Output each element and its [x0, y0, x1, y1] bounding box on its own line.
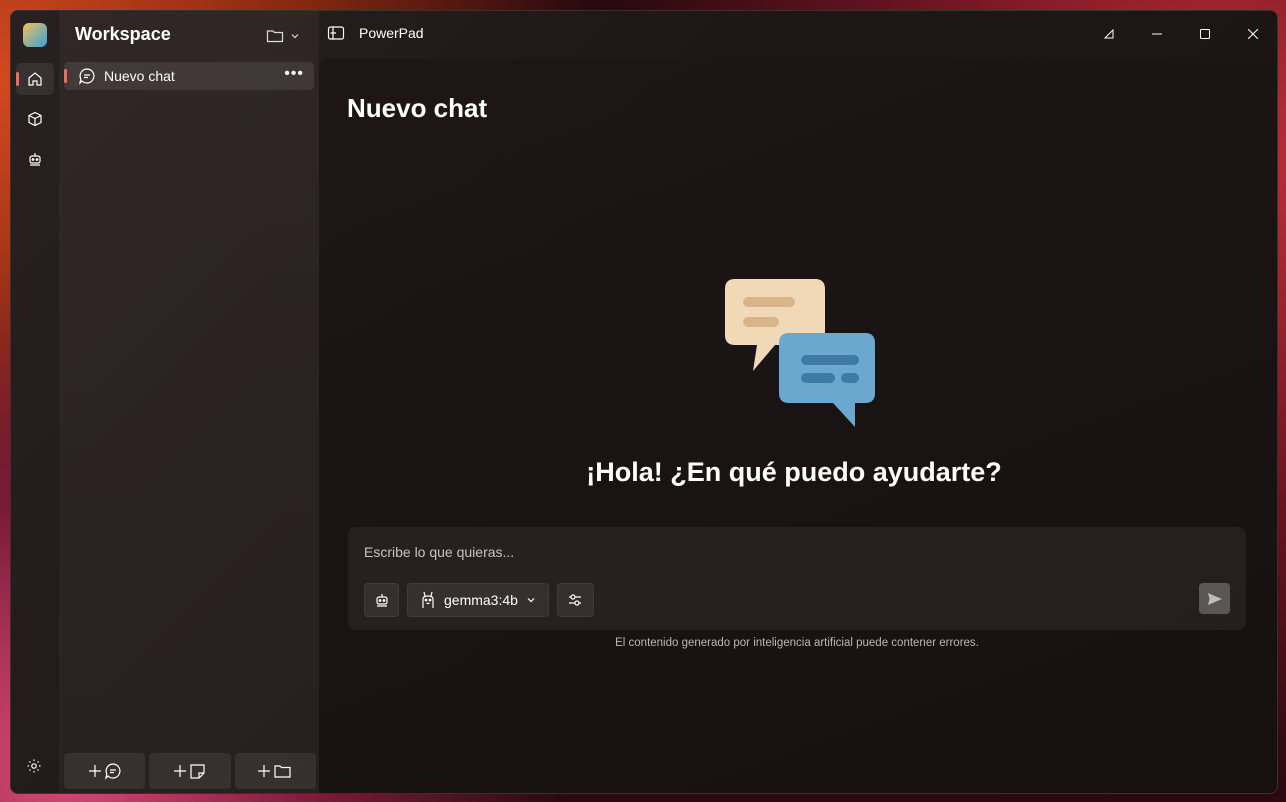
add-folder-button[interactable]: [234, 753, 316, 789]
title-bar: PowerPad: [319, 11, 1277, 59]
composer-tools: gemma3:4b: [364, 583, 594, 617]
chevron-down-icon: [291, 34, 299, 39]
close-icon: [1248, 29, 1258, 39]
llama-icon: [422, 591, 434, 608]
chat-item-label: Nuevo chat: [104, 68, 175, 84]
resize-grip-button[interactable]: [1085, 11, 1133, 57]
app-window: Workspace Nuevo chat ••• PowerPad Nuevo …: [10, 10, 1278, 794]
chat-icon: [78, 67, 96, 85]
page-title: Nuevo chat: [347, 93, 488, 123]
minimize-button[interactable]: [1133, 11, 1181, 57]
chevron-down-icon: [527, 598, 535, 603]
app-logo-icon: [23, 23, 47, 47]
main-panel: Nuevo chat ¡Hola! ¿En qué puedo ayudarte…: [319, 59, 1277, 793]
nav-rail: [11, 11, 61, 793]
app-name: PowerPad: [359, 25, 424, 41]
window-controls: [1085, 11, 1277, 57]
add-chat-button[interactable]: [64, 753, 146, 789]
parameters-button[interactable]: [556, 583, 594, 617]
folder-icon: [266, 30, 284, 43]
panel-icon[interactable]: [327, 25, 345, 41]
message-input[interactable]: Escribe lo que quieras...: [364, 544, 514, 560]
robot-icon: [29, 153, 41, 166]
robot-icon: [375, 594, 388, 607]
home-icon: [28, 72, 42, 86]
add-note-icon: [173, 764, 205, 779]
add-note-button[interactable]: [149, 753, 231, 789]
send-icon: [1207, 592, 1222, 605]
sidebar-bottom-actions: [64, 753, 316, 789]
agent-select-button[interactable]: [364, 583, 399, 617]
model-name: gemma3:4b: [444, 592, 518, 608]
home-nav-button[interactable]: [16, 63, 54, 95]
workspace-folder-dropdown[interactable]: [266, 28, 300, 44]
chat-bubbles-illustration: [725, 279, 875, 427]
maximize-button[interactable]: [1181, 11, 1229, 57]
more-icon[interactable]: •••: [284, 65, 304, 83]
settings-button[interactable]: [26, 758, 42, 779]
agents-nav-button[interactable]: [16, 143, 54, 175]
title-bar-app: PowerPad: [327, 25, 424, 41]
settings-icon: [27, 759, 41, 773]
resize-icon: [1104, 29, 1114, 39]
minimize-icon: [1152, 33, 1162, 35]
workspace-title: Workspace: [75, 24, 171, 44]
add-chat-icon: [88, 763, 121, 780]
models-nav-button[interactable]: [16, 103, 54, 135]
sliders-icon: [569, 594, 582, 606]
model-select-dropdown[interactable]: gemma3:4b: [407, 583, 549, 617]
close-button[interactable]: [1229, 11, 1277, 57]
maximize-icon: [1200, 29, 1210, 39]
chat-list-item[interactable]: Nuevo chat •••: [64, 62, 314, 90]
sidebar: Workspace Nuevo chat •••: [60, 11, 319, 793]
cube-icon: [28, 111, 42, 127]
greeting-heading: ¡Hola! ¿En qué puedo ayudarte?: [586, 457, 1002, 487]
ai-disclaimer: El contenido generado por inteligencia a…: [615, 637, 979, 649]
send-button[interactable]: [1199, 583, 1230, 614]
chat-composer: Escribe lo que quieras... gemma3:4b: [348, 527, 1246, 630]
add-folder-icon: [258, 765, 291, 778]
